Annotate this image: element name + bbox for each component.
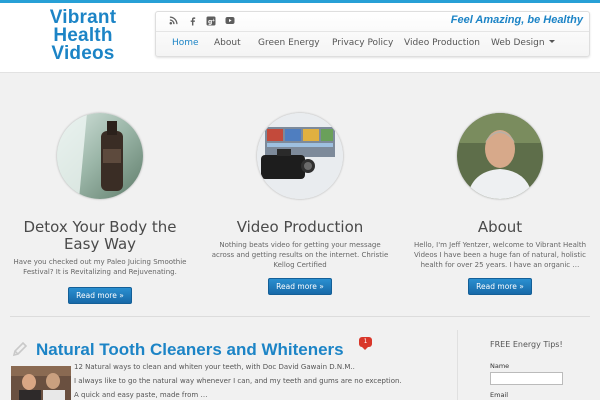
featured-title-line: Easy Way: [63, 235, 137, 253]
comment-count-badge[interactable]: 1: [359, 337, 372, 350]
nav-item-label: Web Design: [491, 38, 545, 48]
featured-text: Hello, I'm Jeff Yentzer, welcome to Vibr…: [410, 240, 590, 270]
featured-title: Video Production: [236, 218, 364, 236]
post-excerpt-line: 12 Natural ways to clean and whiten your…: [74, 363, 355, 371]
nav-item-video-production[interactable]: Video Production: [404, 38, 480, 48]
featured-text: Have you checked out my Paleo Juicing Sm…: [10, 257, 190, 277]
featured-video-production: Video Production Nothing beats video for…: [210, 113, 390, 295]
nav-item-green-energy[interactable]: Green Energy: [258, 38, 320, 48]
navigation-panel: g + Feel Amazing, be Healthy Home About G…: [155, 11, 590, 57]
email-label: Email: [490, 391, 509, 399]
featured-text-line: Have you checked out my Paleo Juicing Sm…: [13, 258, 187, 266]
widget-title: FREE Energy Tips!: [490, 340, 563, 349]
featured-title-line: Detox Your Body the: [23, 218, 177, 236]
youtube-icon[interactable]: [225, 16, 235, 28]
signup-widget: FREE Energy Tips! Name Email: [490, 340, 590, 399]
featured-text-line: Kellog Certified: [273, 261, 327, 269]
rss-icon[interactable]: [168, 16, 178, 28]
nav-item-web-design[interactable]: Web Design: [491, 38, 555, 48]
featured-title: Detox Your Body the Easy Way: [10, 219, 190, 253]
featured-text-line: Nothing beats video for getting your mes…: [219, 241, 381, 249]
nav-divider: [156, 31, 589, 32]
featured-about: About Hello, I'm Jeff Yentzer, welcome t…: [410, 113, 590, 295]
featured-text-line: Videos I have been a huge fan of natural…: [414, 251, 586, 259]
read-more-button[interactable]: Read more »: [468, 278, 532, 295]
read-more-button[interactable]: Read more »: [268, 278, 332, 295]
chevron-down-icon: [548, 40, 555, 43]
social-links: g +: [168, 16, 235, 28]
name-label: Name: [490, 362, 510, 370]
featured-detox: Detox Your Body the Easy Way Have you ch…: [10, 113, 190, 304]
read-more-button[interactable]: Read more »: [68, 287, 132, 304]
sidebar-divider: [457, 330, 458, 400]
site-logo[interactable]: Vibrant Health Videos: [28, 8, 138, 64]
name-input[interactable]: [490, 372, 563, 385]
post-thumbnail[interactable]: [11, 366, 71, 400]
featured-title: About: [477, 218, 523, 236]
nav-item-about[interactable]: About: [214, 38, 241, 48]
featured-text-line: Festival? It is Revitalizing and Rejuven…: [23, 268, 177, 276]
post-title-link[interactable]: Natural Tooth Cleaners and Whiteners: [36, 340, 344, 360]
logo-line: Videos: [51, 43, 115, 64]
post-excerpt-line: I always like to go the natural way when…: [74, 377, 402, 385]
featured-text: Nothing beats video for getting your mes…: [210, 240, 390, 270]
section-divider: [10, 316, 590, 317]
featured-image-about[interactable]: [457, 113, 543, 199]
featured-image-detox[interactable]: [57, 113, 143, 199]
pencil-icon: [12, 341, 28, 361]
post-excerpt-line: A quick and easy paste, made from …: [74, 391, 208, 399]
google-plus-icon[interactable]: g +: [206, 16, 216, 28]
site-header: Vibrant Health Videos g + Feel Amazing, b…: [0, 3, 600, 73]
facebook-icon[interactable]: [187, 16, 197, 28]
featured-text-line: across and getting results on the intern…: [211, 251, 389, 259]
site-tagline: Feel Amazing, be Healthy: [450, 14, 583, 26]
featured-text-line: Hello, I'm Jeff Yentzer, welcome to Vibr…: [413, 241, 587, 249]
featured-image-video[interactable]: [257, 113, 343, 199]
nav-item-privacy-policy[interactable]: Privacy Policy: [332, 38, 393, 48]
svg-text:+: +: [212, 18, 215, 23]
featured-text-line: health for over 25 years. I have an orga…: [420, 261, 580, 269]
nav-item-home[interactable]: Home: [172, 38, 199, 48]
